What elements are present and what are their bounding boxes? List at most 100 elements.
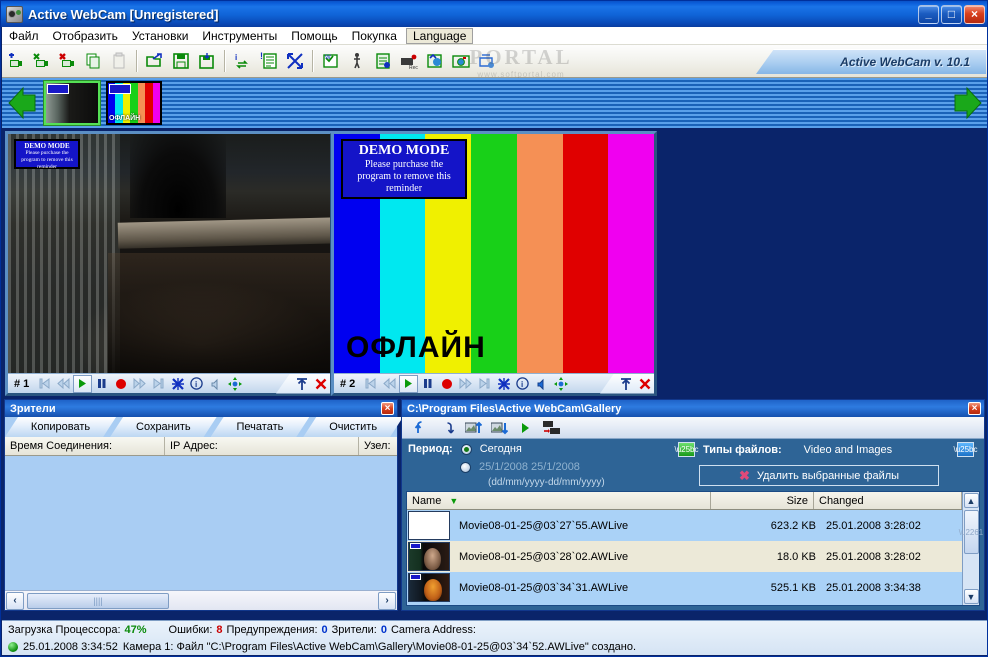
menu-language[interactable]: Language bbox=[405, 27, 474, 44]
tools-button[interactable] bbox=[168, 375, 187, 393]
scroll-left-button[interactable]: ‹ bbox=[6, 591, 24, 610]
menu-tools[interactable]: Инструменты bbox=[195, 28, 284, 44]
gallery-vscrollbar[interactable]: ▲ \u2261 ▼ bbox=[959, 492, 983, 605]
col-name[interactable]: Name ▼ bbox=[407, 492, 711, 509]
record-button[interactable] bbox=[111, 375, 130, 393]
refresh-info-icon[interactable]: i bbox=[231, 48, 255, 74]
add-camera-icon[interactable] bbox=[3, 48, 27, 74]
period-dropdown-arrow[interactable]: \u25bc bbox=[674, 442, 699, 457]
camera-thumb-1[interactable] bbox=[44, 81, 100, 125]
rewind-button[interactable] bbox=[380, 375, 399, 393]
fast-forward-button[interactable] bbox=[456, 375, 475, 393]
table-row[interactable]: Movie08-01-25@03`27`55.AWLive 623.2 KB 2… bbox=[407, 510, 962, 541]
minimize-button[interactable]: _ bbox=[918, 4, 939, 24]
broadcast-icon[interactable]: W bbox=[319, 48, 343, 74]
convert-video-icon[interactable] bbox=[538, 418, 564, 438]
snapshot-icon[interactable] bbox=[449, 48, 473, 74]
table-row[interactable]: Movie08-01-25@03`28`02.AWLive 18.0 KB 25… bbox=[407, 541, 962, 572]
close-camera-button[interactable] bbox=[311, 375, 330, 393]
record-button[interactable] bbox=[437, 375, 456, 393]
menu-help[interactable]: Помощь bbox=[284, 28, 344, 44]
mute-button[interactable] bbox=[206, 375, 225, 393]
col-size[interactable]: Size bbox=[711, 492, 814, 509]
demo-line1-1: Please purchase the bbox=[25, 150, 69, 156]
scroll-up-button[interactable]: ▲ bbox=[963, 493, 979, 508]
camera-thumb-2[interactable]: ОФЛАЙН bbox=[106, 81, 162, 125]
info-button[interactable]: i bbox=[187, 375, 206, 393]
info-button[interactable]: i bbox=[513, 375, 532, 393]
pin-button[interactable] bbox=[292, 375, 311, 393]
rewind-button[interactable] bbox=[54, 375, 73, 393]
vscroll-thumb[interactable]: \u2261 bbox=[959, 510, 983, 554]
camera-view-1[interactable]: DEMO MODE Please purchase the program to… bbox=[5, 131, 333, 396]
copy-button[interactable]: Копировать bbox=[5, 417, 116, 437]
period-range-value[interactable]: 25/1/2008 25/1/2008 bbox=[479, 461, 580, 473]
play-icon[interactable] bbox=[512, 418, 538, 438]
skip-start-button[interactable] bbox=[361, 375, 380, 393]
delete-camera-icon[interactable] bbox=[55, 48, 79, 74]
pan-tilt-button[interactable] bbox=[551, 375, 570, 393]
period-range-radio[interactable] bbox=[460, 461, 471, 473]
maximize-button[interactable]: □ bbox=[941, 4, 962, 24]
scheduler-icon[interactable] bbox=[371, 48, 395, 74]
record-icon[interactable]: Rec bbox=[397, 48, 421, 74]
col-ip-address[interactable]: IP Адрес: bbox=[165, 437, 359, 455]
publish-icon[interactable] bbox=[423, 48, 447, 74]
menu-settings[interactable]: Установки bbox=[125, 28, 195, 44]
pause-button[interactable] bbox=[418, 375, 437, 393]
mute-button[interactable] bbox=[532, 375, 551, 393]
gallery-close-icon[interactable]: × bbox=[968, 402, 981, 415]
clear-button[interactable]: Очистить bbox=[303, 417, 403, 437]
upload-image-icon[interactable] bbox=[460, 418, 486, 438]
up-folder-icon[interactable] bbox=[408, 418, 434, 438]
skip-end-button[interactable] bbox=[475, 375, 494, 393]
open-folder-icon[interactable] bbox=[143, 48, 167, 74]
viewers-list[interactable] bbox=[5, 457, 397, 589]
fast-forward-button[interactable] bbox=[130, 375, 149, 393]
download-image-icon[interactable] bbox=[486, 418, 512, 438]
tools-button[interactable] bbox=[494, 375, 513, 393]
menu-view[interactable]: Отобразить bbox=[46, 28, 125, 44]
pan-tilt-button[interactable] bbox=[225, 375, 244, 393]
viewers-hscrollbar[interactable]: ‹ |||| › bbox=[5, 590, 397, 610]
file-name: Movie08-01-25@03`27`55.AWLive bbox=[459, 519, 629, 532]
save-button[interactable]: Сохранить bbox=[110, 417, 217, 437]
scroll-down-button[interactable]: ▼ bbox=[963, 589, 979, 604]
copy-icon[interactable] bbox=[81, 48, 105, 74]
menu-purchase[interactable]: Покупка bbox=[345, 28, 404, 44]
next-arrow-icon[interactable] bbox=[948, 80, 987, 126]
camera-view-2[interactable]: DEMO MODE Please purchase the program to… bbox=[331, 131, 657, 396]
menu-file[interactable]: Файл bbox=[2, 28, 46, 44]
scroll-right-button[interactable]: › bbox=[378, 591, 396, 610]
period-today-radio[interactable] bbox=[460, 443, 472, 455]
save-icon[interactable] bbox=[169, 48, 193, 74]
motion-detect-icon[interactable] bbox=[345, 48, 369, 74]
settings-icon[interactable] bbox=[475, 48, 499, 74]
hscroll-thumb[interactable]: |||| bbox=[27, 592, 169, 609]
col-connection-time[interactable]: Время Соединения: bbox=[5, 437, 165, 455]
refresh-icon[interactable] bbox=[434, 418, 460, 438]
col-changed[interactable]: Changed bbox=[814, 492, 962, 509]
fullscreen-icon[interactable] bbox=[283, 48, 307, 74]
log-icon[interactable]: ! bbox=[257, 48, 281, 74]
filetypes-value[interactable]: Video and Images bbox=[804, 444, 892, 456]
save-all-icon[interactable] bbox=[195, 48, 219, 74]
play-button[interactable] bbox=[399, 374, 419, 393]
pin-button[interactable] bbox=[616, 375, 635, 393]
print-button[interactable]: Печатать bbox=[211, 417, 310, 437]
table-row[interactable]: Movie08-01-25@03`34`31.AWLive 525.1 KB 2… bbox=[407, 572, 962, 603]
skip-start-button[interactable] bbox=[35, 375, 54, 393]
pause-button[interactable] bbox=[92, 375, 111, 393]
paste-icon[interactable] bbox=[107, 48, 131, 74]
prev-arrow-icon[interactable] bbox=[2, 80, 42, 126]
col-host[interactable]: Узел: bbox=[359, 437, 397, 455]
filetypes-dropdown-arrow[interactable]: \u25bc bbox=[953, 442, 978, 457]
edit-camera-icon[interactable] bbox=[29, 48, 53, 74]
skip-end-button[interactable] bbox=[149, 375, 168, 393]
close-camera-button[interactable] bbox=[635, 375, 654, 393]
play-button[interactable] bbox=[73, 374, 93, 393]
period-today-label[interactable]: Сегодня bbox=[480, 443, 522, 455]
viewers-close-icon[interactable]: × bbox=[381, 402, 394, 415]
delete-selected-files-button[interactable]: ✖ Удалить выбранные файлы bbox=[699, 465, 939, 486]
close-button[interactable]: × bbox=[964, 4, 985, 24]
